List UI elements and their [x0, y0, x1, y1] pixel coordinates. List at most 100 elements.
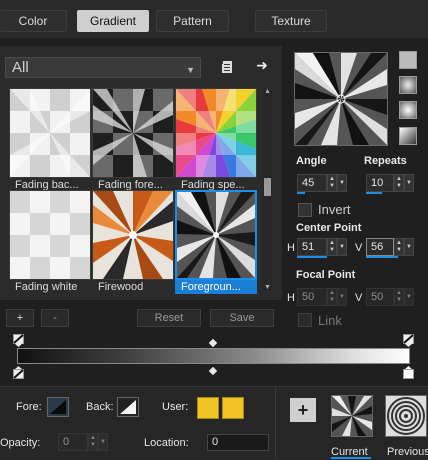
gradient-thumb-firewood[interactable]: Firewood — [92, 190, 174, 294]
spin-arrows-icon[interactable]: ▲ ▼ — [394, 288, 404, 306]
angle-label: Angle — [296, 155, 327, 167]
scrollbar-thumb[interactable] — [264, 178, 271, 196]
invert-label: Invert — [318, 202, 351, 217]
link-checkbox[interactable] — [298, 313, 312, 327]
chevron-down-icon[interactable]: ▼ — [337, 238, 347, 256]
chevron-down-icon: ▼ — [186, 65, 195, 75]
midpoint-top-icon[interactable] — [208, 338, 218, 348]
arrow-right-icon[interactable]: ➜ — [253, 56, 271, 74]
gradient-preview-large[interactable] — [294, 52, 388, 146]
gradient-preview — [175, 190, 257, 280]
style-rectangular-icon[interactable] — [399, 76, 417, 94]
new-gradient-icon[interactable] — [218, 58, 236, 76]
current-gradient-thumb[interactable] — [331, 395, 373, 437]
remove-stop-button[interactable]: - — [41, 309, 69, 327]
location-input[interactable]: 0 — [207, 434, 269, 451]
gradient-preview — [9, 88, 91, 178]
location-label: Location: — [144, 437, 189, 449]
focal-point-label: Focal Point — [296, 269, 356, 281]
spin-arrows-icon[interactable]: ▲ ▼ — [327, 288, 337, 306]
back-label: Back: — [86, 401, 114, 413]
chevron-down-icon[interactable]: ▼ — [337, 288, 347, 306]
repeats-input[interactable]: 10 — [366, 174, 394, 192]
spin-arrows-icon[interactable]: ▲ ▼ — [327, 174, 337, 192]
gradient-thumb-foreground[interactable]: Foregroun... — [175, 190, 257, 294]
style-linear-icon[interactable] — [399, 51, 417, 69]
spin-arrows-icon[interactable]: ▲ ▼ — [394, 174, 404, 192]
chevron-down-icon[interactable]: ▼ — [337, 174, 347, 192]
footer-divider — [275, 387, 276, 459]
gradient-editor-bar[interactable] — [17, 348, 410, 364]
center-v-input[interactable]: 56 — [366, 238, 394, 256]
user-color-2[interactable] — [222, 397, 244, 419]
focal-v-spinner[interactable]: 50 ▲ ▼ ▼ — [366, 288, 414, 306]
spin-arrows-icon[interactable]: ▲ ▼ — [394, 238, 404, 256]
angle-input[interactable]: 45 — [297, 174, 327, 192]
opacity-spinner[interactable]: 0 ▲ ▼ ▼ — [58, 433, 108, 451]
previous-gradient-thumb[interactable] — [385, 395, 427, 437]
tab-color[interactable]: Color — [0, 10, 67, 32]
center-h-label: H — [287, 242, 295, 254]
save-button[interactable]: Save — [210, 309, 274, 327]
tab-gradient[interactable]: Gradient — [77, 10, 149, 32]
center-point-label: Center Point — [296, 222, 362, 234]
gradient-thumb-fading-foreground[interactable]: Fading fore... — [92, 88, 174, 192]
previous-label: Previous — [387, 446, 428, 458]
gradient-label: Foregroun... — [175, 280, 257, 294]
center-h-spinner[interactable]: 51 ▲ ▼ ▼ — [297, 238, 347, 256]
scroll-up-icon[interactable]: ▲ — [264, 88, 271, 95]
tab-pattern[interactable]: Pattern — [156, 10, 229, 32]
user-color-1[interactable] — [197, 397, 219, 419]
chevron-down-icon[interactable]: ▼ — [98, 433, 108, 451]
style-radial-icon[interactable] — [399, 127, 417, 145]
focal-h-input[interactable]: 50 — [297, 288, 327, 306]
spin-arrows-icon[interactable]: ▲ ▼ — [88, 433, 98, 451]
category-dropdown[interactable]: All ▼ — [5, 57, 201, 78]
midpoint-bottom-icon[interactable] — [208, 366, 218, 376]
tab-texture[interactable]: Texture — [255, 10, 327, 32]
category-dropdown-value: All — [12, 59, 29, 76]
scroll-down-icon[interactable]: ▼ — [264, 284, 271, 291]
gradient-label: Fading white — [15, 281, 78, 293]
bottom-stop-right-icon[interactable] — [403, 366, 414, 382]
repeats-spinner[interactable]: 10 ▲ ▼ ▼ — [366, 174, 414, 192]
opacity-label: Opacity: — [0, 437, 41, 449]
user-label: User: — [162, 401, 189, 413]
invert-checkbox[interactable] — [298, 203, 312, 217]
center-v-spinner[interactable]: 56 ▲ ▼ ▼ — [366, 238, 414, 256]
angle-slider-fill — [297, 192, 305, 194]
gradient-thumb-fading-background[interactable]: Fading bac... — [9, 88, 91, 192]
focal-h-spinner[interactable]: 50 ▲ ▼ ▼ — [297, 288, 347, 306]
chevron-down-icon[interactable]: ▼ — [404, 288, 414, 306]
fore-label: Fore: — [16, 401, 42, 413]
add-stop-button[interactable]: + — [6, 309, 34, 327]
center-v-slider-fill — [366, 256, 398, 258]
link-label: Link — [318, 313, 342, 328]
focal-v-label: V — [355, 292, 363, 304]
chevron-down-icon[interactable]: ▼ — [404, 174, 414, 192]
style-sunburst-icon[interactable] — [399, 101, 417, 119]
center-h-input[interactable]: 51 — [297, 238, 327, 256]
spin-arrows-icon[interactable]: ▲ ▼ — [327, 238, 337, 256]
gradient-preview — [92, 88, 174, 178]
gradient-thumb-fading-white[interactable]: Fading white — [9, 190, 91, 294]
angle-spinner[interactable]: 45 ▲ ▼ ▼ — [297, 174, 347, 192]
gradient-preview — [175, 88, 257, 178]
fore-swatch[interactable] — [47, 397, 69, 417]
gradient-thumb-fading-spectrum[interactable]: Fading spe... — [175, 88, 257, 192]
opacity-input[interactable]: 0 — [58, 433, 88, 451]
gradient-preview — [92, 190, 174, 280]
gradient-preview — [9, 190, 91, 280]
focal-h-label: H — [287, 292, 295, 304]
back-swatch[interactable] — [117, 397, 139, 417]
focal-v-input[interactable]: 50 — [366, 288, 394, 306]
repeats-label: Repeats — [364, 155, 407, 167]
bottom-stop-left-icon[interactable] — [13, 366, 24, 382]
repeats-slider-fill — [366, 192, 382, 194]
center-h-slider-fill — [297, 256, 327, 258]
chevron-down-icon[interactable]: ▼ — [404, 238, 414, 256]
gradient-label: Firewood — [98, 281, 144, 293]
add-to-library-button[interactable]: + — [290, 398, 316, 422]
reset-button[interactable]: Reset — [137, 309, 201, 327]
center-v-label: V — [355, 242, 363, 254]
